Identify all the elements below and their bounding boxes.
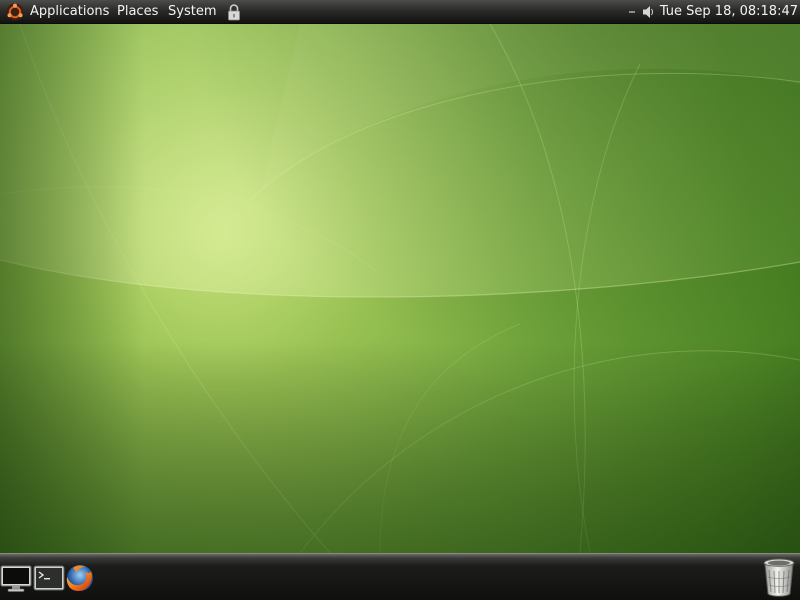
desktop-screen: Applications Places System Tue Sep 18, 0…: [0, 0, 800, 600]
notification-icon[interactable]: [628, 5, 636, 19]
show-desktop-icon[interactable]: [0, 562, 32, 594]
ubuntu-logo-icon[interactable]: [6, 3, 24, 21]
firefox-icon[interactable]: [64, 562, 96, 594]
bottom-panel: [0, 553, 800, 600]
clock[interactable]: Tue Sep 18, 08:18:47: [660, 0, 798, 23]
terminal-icon[interactable]: [33, 562, 65, 594]
wallpaper-graphic: [0, 24, 800, 553]
desktop-wallpaper[interactable]: [0, 24, 800, 553]
trash-icon[interactable]: [762, 557, 796, 597]
top-panel: Applications Places System Tue Sep 18, 0…: [0, 0, 800, 24]
applications-menu[interactable]: Applications: [30, 0, 109, 23]
volume-icon[interactable]: [642, 4, 654, 20]
system-menu[interactable]: System: [168, 0, 216, 23]
places-menu[interactable]: Places: [117, 0, 158, 23]
lock-icon[interactable]: [227, 3, 241, 21]
